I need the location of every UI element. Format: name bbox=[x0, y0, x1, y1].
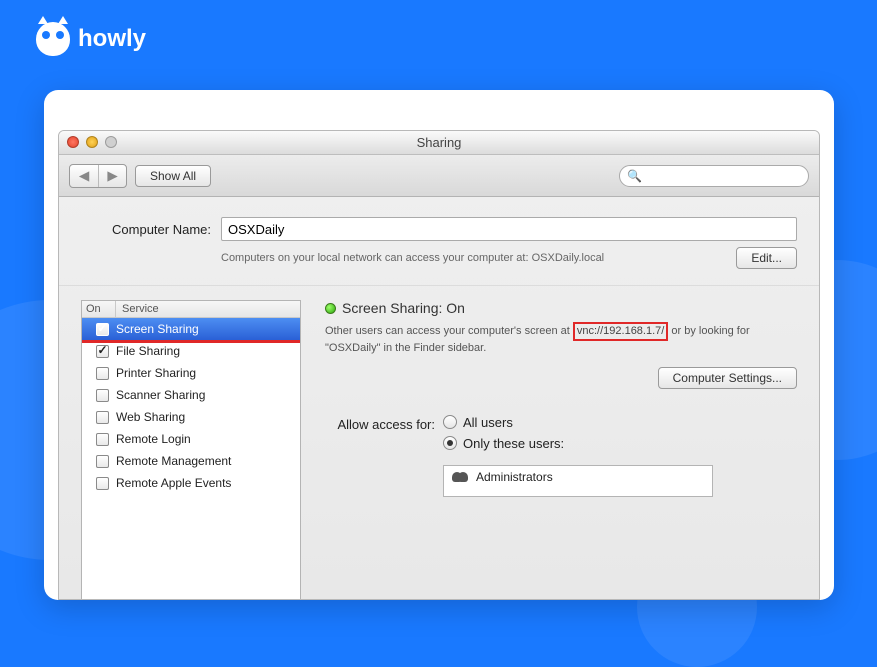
service-checkbox[interactable] bbox=[96, 433, 109, 446]
status-text: Screen Sharing: On bbox=[342, 300, 465, 316]
howly-logo: howly bbox=[36, 22, 146, 56]
computer-name-input[interactable] bbox=[221, 217, 797, 241]
screenshot-card: Sharing ◀ ▶ Show All 🔍 Computer Name: Co… bbox=[44, 90, 834, 600]
service-label: Scanner Sharing bbox=[116, 388, 205, 402]
show-all-button[interactable]: Show All bbox=[135, 165, 211, 187]
back-button[interactable]: ◀ bbox=[70, 165, 98, 187]
service-checkbox[interactable] bbox=[96, 345, 109, 358]
users-icon bbox=[452, 470, 470, 484]
status-indicator-icon bbox=[325, 303, 336, 314]
service-row[interactable]: Screen Sharing bbox=[82, 318, 300, 340]
service-row[interactable]: Remote Apple Events bbox=[82, 472, 300, 494]
allow-access-label: Allow access for: bbox=[325, 415, 435, 432]
allowed-users-list[interactable]: Administrators bbox=[443, 465, 713, 497]
window-toolbar: ◀ ▶ Show All 🔍 bbox=[59, 155, 819, 197]
edit-button[interactable]: Edit... bbox=[736, 247, 797, 269]
brand-name: howly bbox=[78, 25, 146, 53]
search-input[interactable] bbox=[619, 165, 809, 187]
radio-only-these-users[interactable]: Only these users: bbox=[443, 436, 713, 451]
service-checkbox[interactable] bbox=[96, 477, 109, 490]
service-row[interactable]: Web Sharing bbox=[82, 406, 300, 428]
status-description: Other users can access your computer's s… bbox=[325, 322, 797, 357]
divider bbox=[59, 285, 819, 286]
window-title: Sharing bbox=[417, 135, 462, 150]
service-checkbox[interactable] bbox=[96, 389, 109, 402]
computer-name-label: Computer Name: bbox=[81, 222, 211, 237]
radio-icon bbox=[443, 436, 457, 450]
zoom-icon[interactable] bbox=[105, 136, 117, 148]
service-detail: Screen Sharing: On Other users can acces… bbox=[325, 300, 797, 600]
computer-name-hint: Computers on your local network can acce… bbox=[221, 251, 716, 266]
service-row[interactable]: Remote Login bbox=[82, 428, 300, 450]
forward-button[interactable]: ▶ bbox=[98, 165, 126, 187]
computer-settings-button[interactable]: Computer Settings... bbox=[658, 367, 797, 389]
service-checkbox[interactable] bbox=[96, 455, 109, 468]
radio-icon bbox=[443, 415, 457, 429]
service-row[interactable]: Scanner Sharing bbox=[82, 384, 300, 406]
service-checkbox[interactable] bbox=[96, 323, 109, 336]
window-titlebar: Sharing bbox=[59, 131, 819, 155]
user-name: Administrators bbox=[476, 470, 553, 484]
owl-icon bbox=[36, 22, 70, 56]
service-label: Remote Login bbox=[116, 432, 191, 446]
services-header-on: On bbox=[82, 301, 116, 317]
service-label: Printer Sharing bbox=[116, 366, 196, 380]
list-item[interactable]: Administrators bbox=[444, 466, 712, 488]
service-checkbox[interactable] bbox=[96, 411, 109, 424]
nav-segment: ◀ ▶ bbox=[69, 164, 127, 188]
service-label: Screen Sharing bbox=[116, 322, 199, 336]
service-row[interactable]: Remote Management bbox=[82, 450, 300, 472]
radio-all-users[interactable]: All users bbox=[443, 415, 713, 430]
service-label: Web Sharing bbox=[116, 410, 185, 424]
close-icon[interactable] bbox=[67, 136, 79, 148]
service-row[interactable]: Printer Sharing bbox=[82, 362, 300, 384]
vnc-url: vnc://192.168.1.7/ bbox=[573, 322, 668, 341]
service-label: Remote Management bbox=[116, 454, 231, 468]
services-header-service: Service bbox=[116, 301, 300, 317]
minimize-icon[interactable] bbox=[86, 136, 98, 148]
service-label: Remote Apple Events bbox=[116, 476, 231, 490]
preferences-window: Sharing ◀ ▶ Show All 🔍 Computer Name: Co… bbox=[58, 130, 820, 600]
service-row[interactable]: File Sharing bbox=[82, 340, 300, 362]
service-checkbox[interactable] bbox=[96, 367, 109, 380]
service-label: File Sharing bbox=[116, 344, 180, 358]
services-list: On Service Screen Sharing File Sharing Pri… bbox=[81, 300, 301, 600]
